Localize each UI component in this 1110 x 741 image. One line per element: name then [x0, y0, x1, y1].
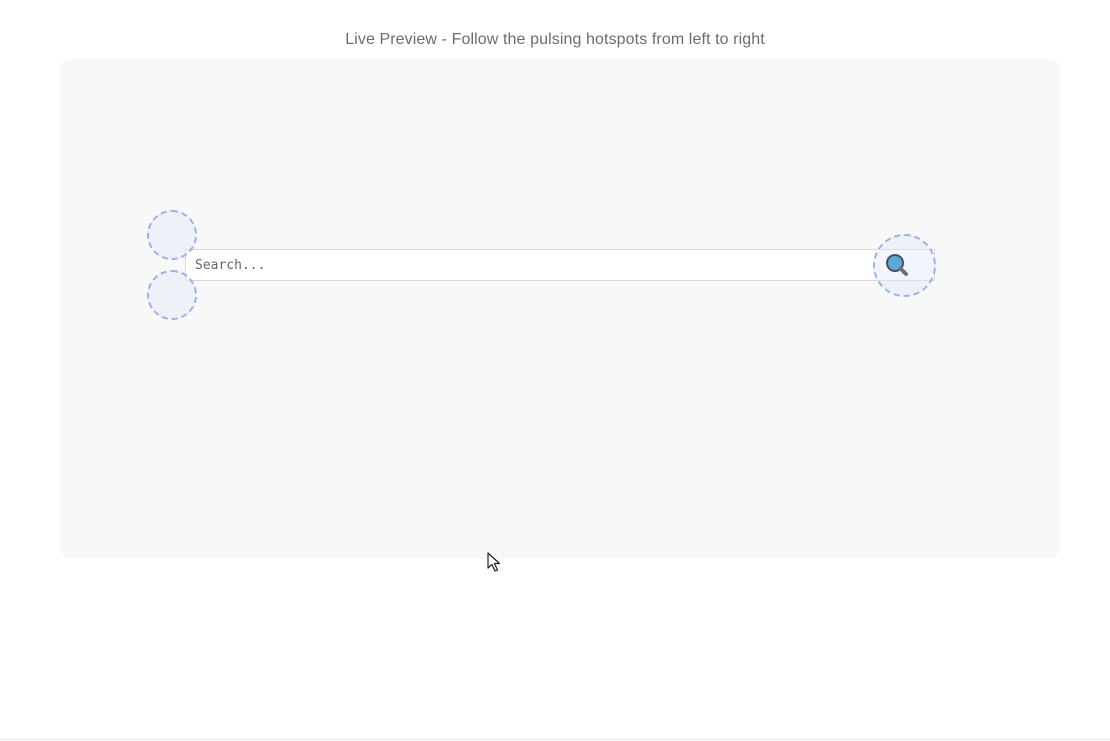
magnifying-glass-icon: [886, 254, 908, 276]
page: Live Preview - Follow the pulsing hotspo…: [0, 0, 1110, 741]
pulsing-hotspot-top[interactable]: [147, 210, 197, 260]
search-bar: [185, 249, 935, 281]
mouse-pointer-icon: [487, 552, 501, 572]
bottom-divider: [0, 739, 1110, 740]
pulsing-hotspot-bottom[interactable]: [147, 270, 197, 320]
preview-title: Live Preview - Follow the pulsing hotspo…: [345, 31, 765, 48]
search-input[interactable]: [186, 251, 855, 279]
search-button[interactable]: [884, 252, 912, 280]
live-preview-panel: [60, 59, 1060, 559]
